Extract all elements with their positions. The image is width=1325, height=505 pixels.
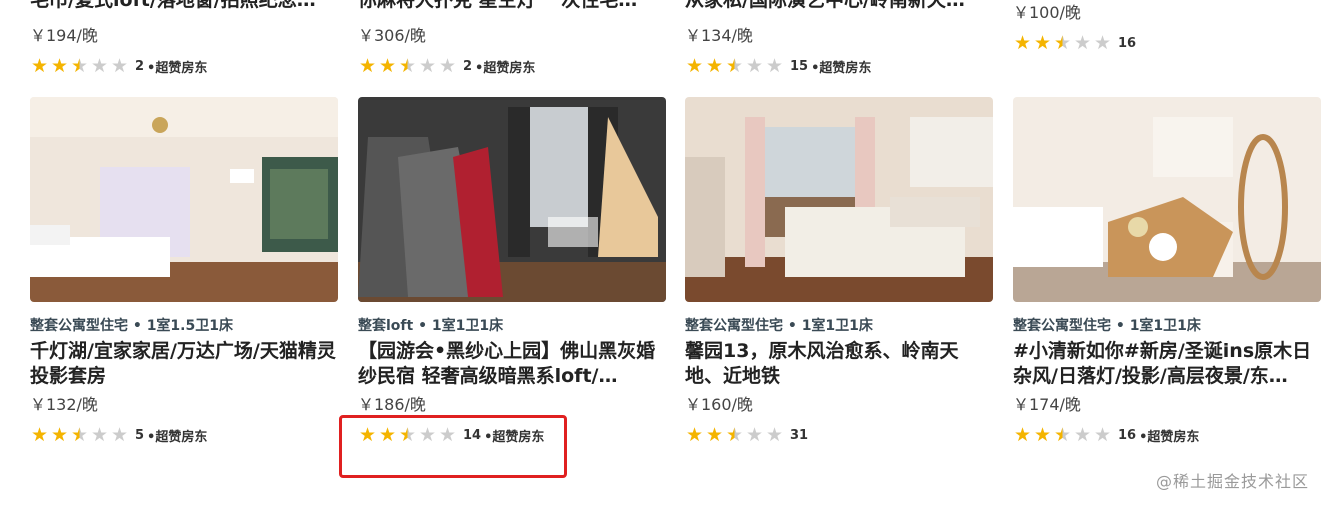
star-empty-icon: ★ — [745, 424, 764, 446]
superhost-badge: •超赞房东 — [1139, 429, 1200, 445]
highlight-annotation-box — [339, 415, 567, 478]
star-half-icon: ★ — [1053, 424, 1072, 446]
star-icon: ★ — [705, 424, 724, 446]
rating: ★ ★ ★ ★ ★ 16 •超赞房东 — [1013, 424, 1200, 446]
property-type: 整套公寓型住宅 • 1室1.5卫1床 — [30, 318, 233, 334]
star-icon: ★ — [685, 424, 704, 446]
superhost-badge: •超赞房东 — [147, 429, 208, 445]
star-icon: ★ — [1013, 424, 1032, 446]
star-empty-icon: ★ — [1073, 424, 1092, 446]
listing-title[interactable]: 馨园13，原木风治愈系、岭南天地、近地铁 — [685, 339, 993, 389]
star-half-icon: ★ — [725, 424, 744, 446]
listing-price: ￥174/晚 — [1013, 395, 1081, 414]
listing-card-4[interactable]: 整套公寓型住宅 • 1室1卫1床 #小清新如你#新房/圣诞ins原木日杂风/日落… — [1013, 0, 1321, 505]
listing-price: ￥132/晚 — [30, 395, 98, 414]
listing-title[interactable]: 【园游会•黑纱心上园】佛山黑灰婚纱民宿 轻奢高级暗黑系loft/… — [358, 339, 666, 389]
rating: ★ ★ ★ ★ ★ 5 •超赞房东 — [30, 424, 208, 446]
review-count: 5 — [135, 427, 145, 443]
review-count: 31 — [790, 427, 809, 443]
listing-price: ￥186/晚 — [358, 395, 426, 414]
star-rating: ★ ★ ★ ★ ★ — [685, 424, 784, 446]
star-empty-icon: ★ — [110, 424, 129, 446]
star-icon: ★ — [30, 424, 49, 446]
rating: ★ ★ ★ ★ ★ 31 — [685, 424, 809, 446]
star-rating: ★ ★ ★ ★ ★ — [1013, 424, 1112, 446]
listing-photo[interactable] — [685, 97, 993, 302]
listing-card-1[interactable]: 整套公寓型住宅 • 1室1.5卫1床 千灯湖/宜家家居/万达广场/天猫精灵投影套… — [30, 0, 338, 505]
listing-photo[interactable] — [30, 97, 338, 302]
listing-photo[interactable] — [1013, 97, 1321, 302]
property-type: 整套loft • 1室1卫1床 — [358, 318, 504, 334]
listing-photo[interactable] — [358, 97, 666, 302]
star-rating: ★ ★ ★ ★ ★ — [30, 424, 129, 446]
property-type: 整套公寓型住宅 • 1室1卫1床 — [685, 318, 873, 334]
star-half-icon: ★ — [70, 424, 89, 446]
listing-card-3[interactable]: 整套公寓型住宅 • 1室1卫1床 馨园13，原木风治愈系、岭南天地、近地铁 ￥1… — [685, 0, 993, 505]
star-icon: ★ — [1033, 424, 1052, 446]
listing-title[interactable]: 千灯湖/宜家家居/万达广场/天猫精灵投影套房 — [30, 339, 338, 389]
listing-title[interactable]: #小清新如你#新房/圣诞ins原木日杂风/日落灯/投影/高层夜景/东… — [1013, 339, 1321, 389]
star-empty-icon: ★ — [1093, 424, 1112, 446]
listing-price: ￥160/晚 — [685, 395, 753, 414]
star-empty-icon: ★ — [90, 424, 109, 446]
watermark: @稀土掘金技术社区 — [1155, 472, 1309, 491]
star-icon: ★ — [50, 424, 69, 446]
review-count: 16 — [1118, 427, 1137, 443]
property-type: 整套公寓型住宅 • 1室1卫1床 — [1013, 318, 1201, 334]
star-empty-icon: ★ — [765, 424, 784, 446]
